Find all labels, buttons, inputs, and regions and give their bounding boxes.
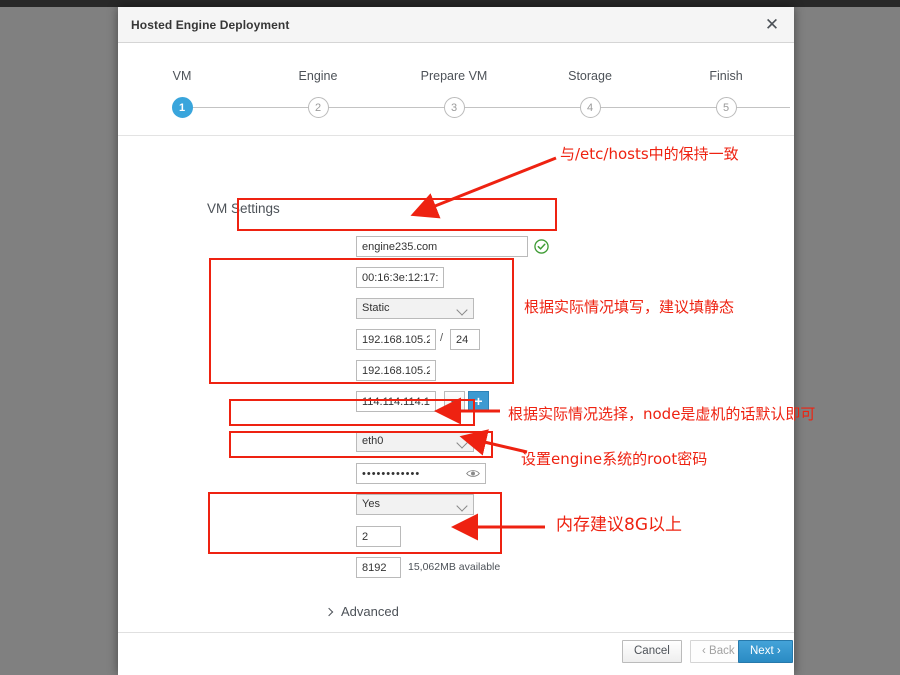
check-circle-icon	[534, 239, 549, 254]
eye-icon[interactable]	[466, 467, 480, 480]
field-row-memory-size: Memory Size (MiB) 15,062MB available	[118, 557, 538, 579]
ip-prefix-separator: /	[440, 332, 444, 344]
wizard-step-indicator: VM 1 Engine 2 Prepare VM 3 Storage 4 Fin…	[118, 43, 794, 136]
dialog-header: Hosted Engine Deployment ✕	[118, 7, 794, 43]
network-configuration-select[interactable]: Static	[356, 298, 474, 319]
memory-size-input[interactable]	[356, 557, 401, 578]
wizard-step-label: Prepare VM	[420, 69, 488, 83]
dns-remove-button[interactable]: −	[444, 391, 465, 412]
field-row-engine-vm-fqdn: Engine VM FQDN	[118, 236, 549, 258]
chevron-down-icon	[456, 304, 468, 316]
memory-available-text: 15,062MB available	[408, 561, 501, 573]
dialog-footer: Cancel ‹ Back Next ›	[118, 632, 794, 675]
field-row-network-configuration: Network Configuration Static	[118, 298, 538, 320]
step-connector	[590, 107, 790, 108]
field-row-vm-ip-address: VM IP Address /	[118, 329, 538, 351]
advanced-label: Advanced	[341, 604, 399, 619]
wizard-step-label: Engine	[298, 69, 338, 83]
wizard-step-number: 2	[307, 97, 329, 118]
number-of-virtual-cpus-input[interactable]	[356, 526, 401, 547]
engine-vm-fqdn-input[interactable]	[356, 236, 528, 257]
hosted-engine-deployment-dialog: Hosted Engine Deployment ✕ VM 1 Engine 2…	[118, 7, 794, 675]
wizard-step-number: 3	[443, 97, 465, 118]
screen-top-bar	[0, 0, 900, 7]
chevron-down-icon	[456, 500, 468, 512]
dialog-body: VM Settings Engine VM FQDN MAC Address N…	[118, 136, 794, 634]
field-row-root-password: Root Password	[118, 463, 538, 485]
root-ssh-access-value: Yes	[362, 498, 380, 510]
gateway-address-input[interactable]	[356, 360, 436, 381]
wizard-step-number: 4	[579, 97, 601, 118]
wizard-step-number: 5	[715, 97, 737, 118]
wizard-step-label: VM	[172, 69, 192, 83]
field-row-bridge-interface: Bridge Interface eth0	[118, 431, 538, 453]
vm-settings-heading: VM Settings	[207, 201, 280, 216]
field-row-root-ssh-access: Root SSH Access Yes	[118, 494, 538, 516]
vm-ip-address-input[interactable]	[356, 329, 436, 350]
chevron-right-icon	[324, 607, 334, 617]
root-ssh-access-select[interactable]: Yes	[356, 494, 474, 515]
vm-ip-prefix-input[interactable]	[450, 329, 480, 350]
network-configuration-value: Static	[362, 302, 390, 314]
advanced-section-toggle[interactable]: Advanced	[324, 604, 399, 619]
bridge-interface-select[interactable]: eth0	[356, 431, 474, 452]
field-row-gateway-address: Gateway Address	[118, 360, 538, 382]
bridge-interface-value: eth0	[362, 435, 384, 447]
wizard-step-label: Finish	[709, 69, 743, 83]
wizard-step-number: 1	[171, 97, 193, 118]
chevron-down-icon	[456, 437, 468, 449]
cancel-button[interactable]: Cancel	[622, 640, 682, 663]
field-row-number-of-virtual-cpus: Number of Virtual CPUs	[118, 526, 538, 548]
dns-add-button[interactable]: +	[468, 391, 489, 412]
dialog-title: Hosted Engine Deployment	[131, 18, 290, 32]
next-button[interactable]: Next ›	[738, 640, 793, 663]
wizard-step-label: Storage	[568, 69, 612, 83]
mac-address-input[interactable]	[356, 267, 444, 288]
field-row-mac-address: MAC Address	[118, 267, 538, 289]
field-row-dns-servers: DNS Servers − +	[118, 391, 538, 413]
close-icon[interactable]: ✕	[762, 15, 782, 35]
dns-servers-input[interactable]	[356, 391, 436, 412]
